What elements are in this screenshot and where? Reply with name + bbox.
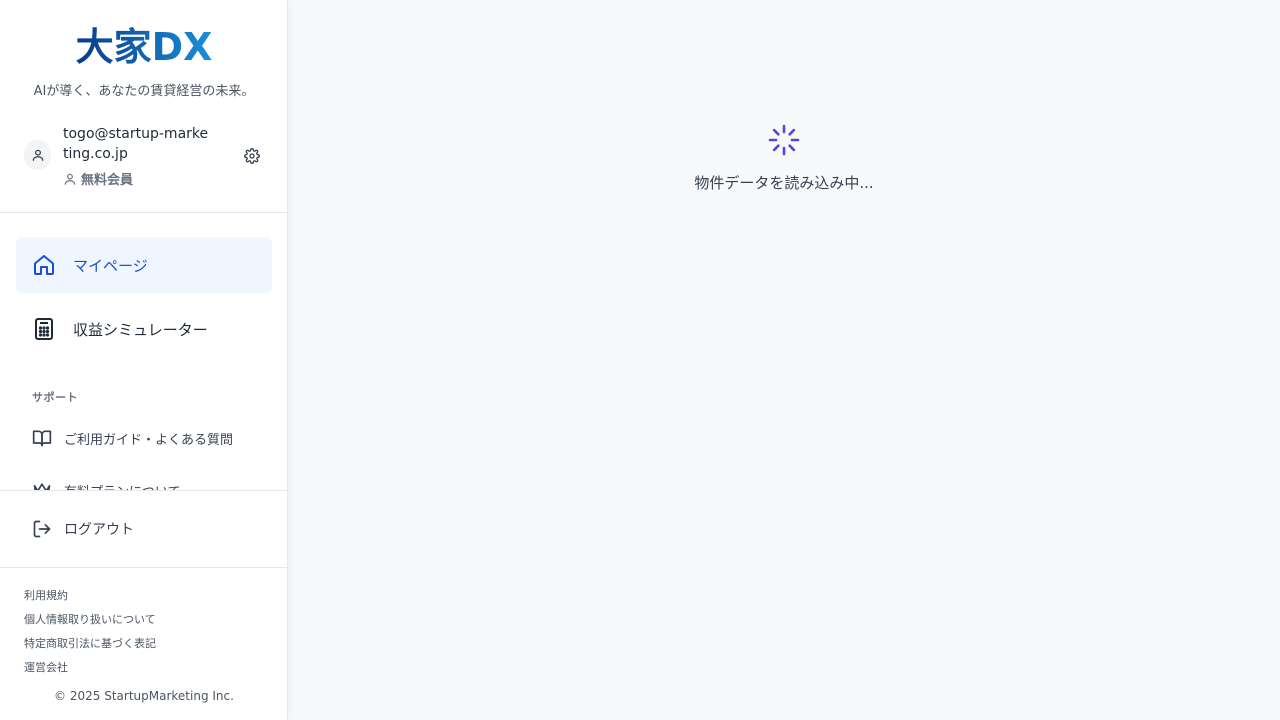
avatar <box>24 140 51 170</box>
sidebar-footer: ログアウト 利用規約 個人情報取り扱いについて 特定商取引法に基づく表記 運営会… <box>0 490 287 720</box>
main-content: 物件データを読み込み中... <box>288 0 1280 720</box>
nav-item-label: マイページ <box>73 256 148 275</box>
footer-link-commerce-law[interactable]: 特定商取引法に基づく表記 <box>24 632 156 656</box>
support-section-label: サポート <box>32 391 78 404</box>
footer-link-privacy[interactable]: 個人情報取り扱いについて <box>24 608 156 632</box>
user-profile: togo@startup-marketing.co.jp 無料会員 <box>24 124 268 192</box>
copyright: © 2025 StartupMarketing Inc. <box>54 689 234 703</box>
logo-text: 大家DX <box>76 25 213 66</box>
sidebar: 大家DX AIが導く、あなたの賃貸経営の未来。 togo@startup-mar… <box>0 0 288 720</box>
brand-logo[interactable]: 大家DX <box>69 24 219 66</box>
loading-text: 物件データを読み込み中... <box>694 174 874 192</box>
divider <box>0 212 287 213</box>
footer-link-terms[interactable]: 利用規約 <box>24 584 156 608</box>
settings-button[interactable] <box>242 146 262 166</box>
nav-item-simulator[interactable]: 収益シミュレーター <box>16 301 272 357</box>
loading-state: 物件データを読み込み中... <box>288 124 1280 193</box>
nav-item-label: 収益シミュレーター <box>73 320 208 339</box>
logout-icon <box>33 520 51 538</box>
home-icon <box>34 255 54 275</box>
spinner-spoke <box>772 128 780 136</box>
logout-button[interactable]: ログアウト <box>32 519 134 539</box>
membership-label: 無料会員 <box>81 173 134 188</box>
support-item-label: ご利用ガイド・よくある質問 <box>64 432 234 448</box>
user-email: togo@startup-marketing.co.jp <box>63 126 209 162</box>
spinner-spoke <box>788 144 796 152</box>
membership-badge: 無料会員 <box>63 169 133 188</box>
support-item-guide[interactable]: ご利用ガイド・よくある質問 <box>32 428 233 448</box>
divider <box>0 567 287 568</box>
brand: 大家DX <box>0 24 287 66</box>
spinner-spoke <box>772 144 780 152</box>
calculator-icon <box>35 318 53 340</box>
tagline: AIが導く、あなたの賃貸経営の未来。 <box>33 84 255 99</box>
spinner-spoke <box>788 128 796 136</box>
logout-label: ログアウト <box>64 522 134 538</box>
footer-links: 利用規約 個人情報取り扱いについて 特定商取引法に基づく表記 運営会社 <box>24 584 156 680</box>
user-icon <box>32 149 43 161</box>
book-open-icon <box>32 430 52 447</box>
nav-item-mypage[interactable]: マイページ <box>16 237 272 293</box>
user-outline-icon <box>64 173 76 185</box>
loading-spinner-icon <box>768 124 800 156</box>
gear-icon <box>244 148 260 164</box>
footer-link-company[interactable]: 運営会社 <box>24 656 156 680</box>
